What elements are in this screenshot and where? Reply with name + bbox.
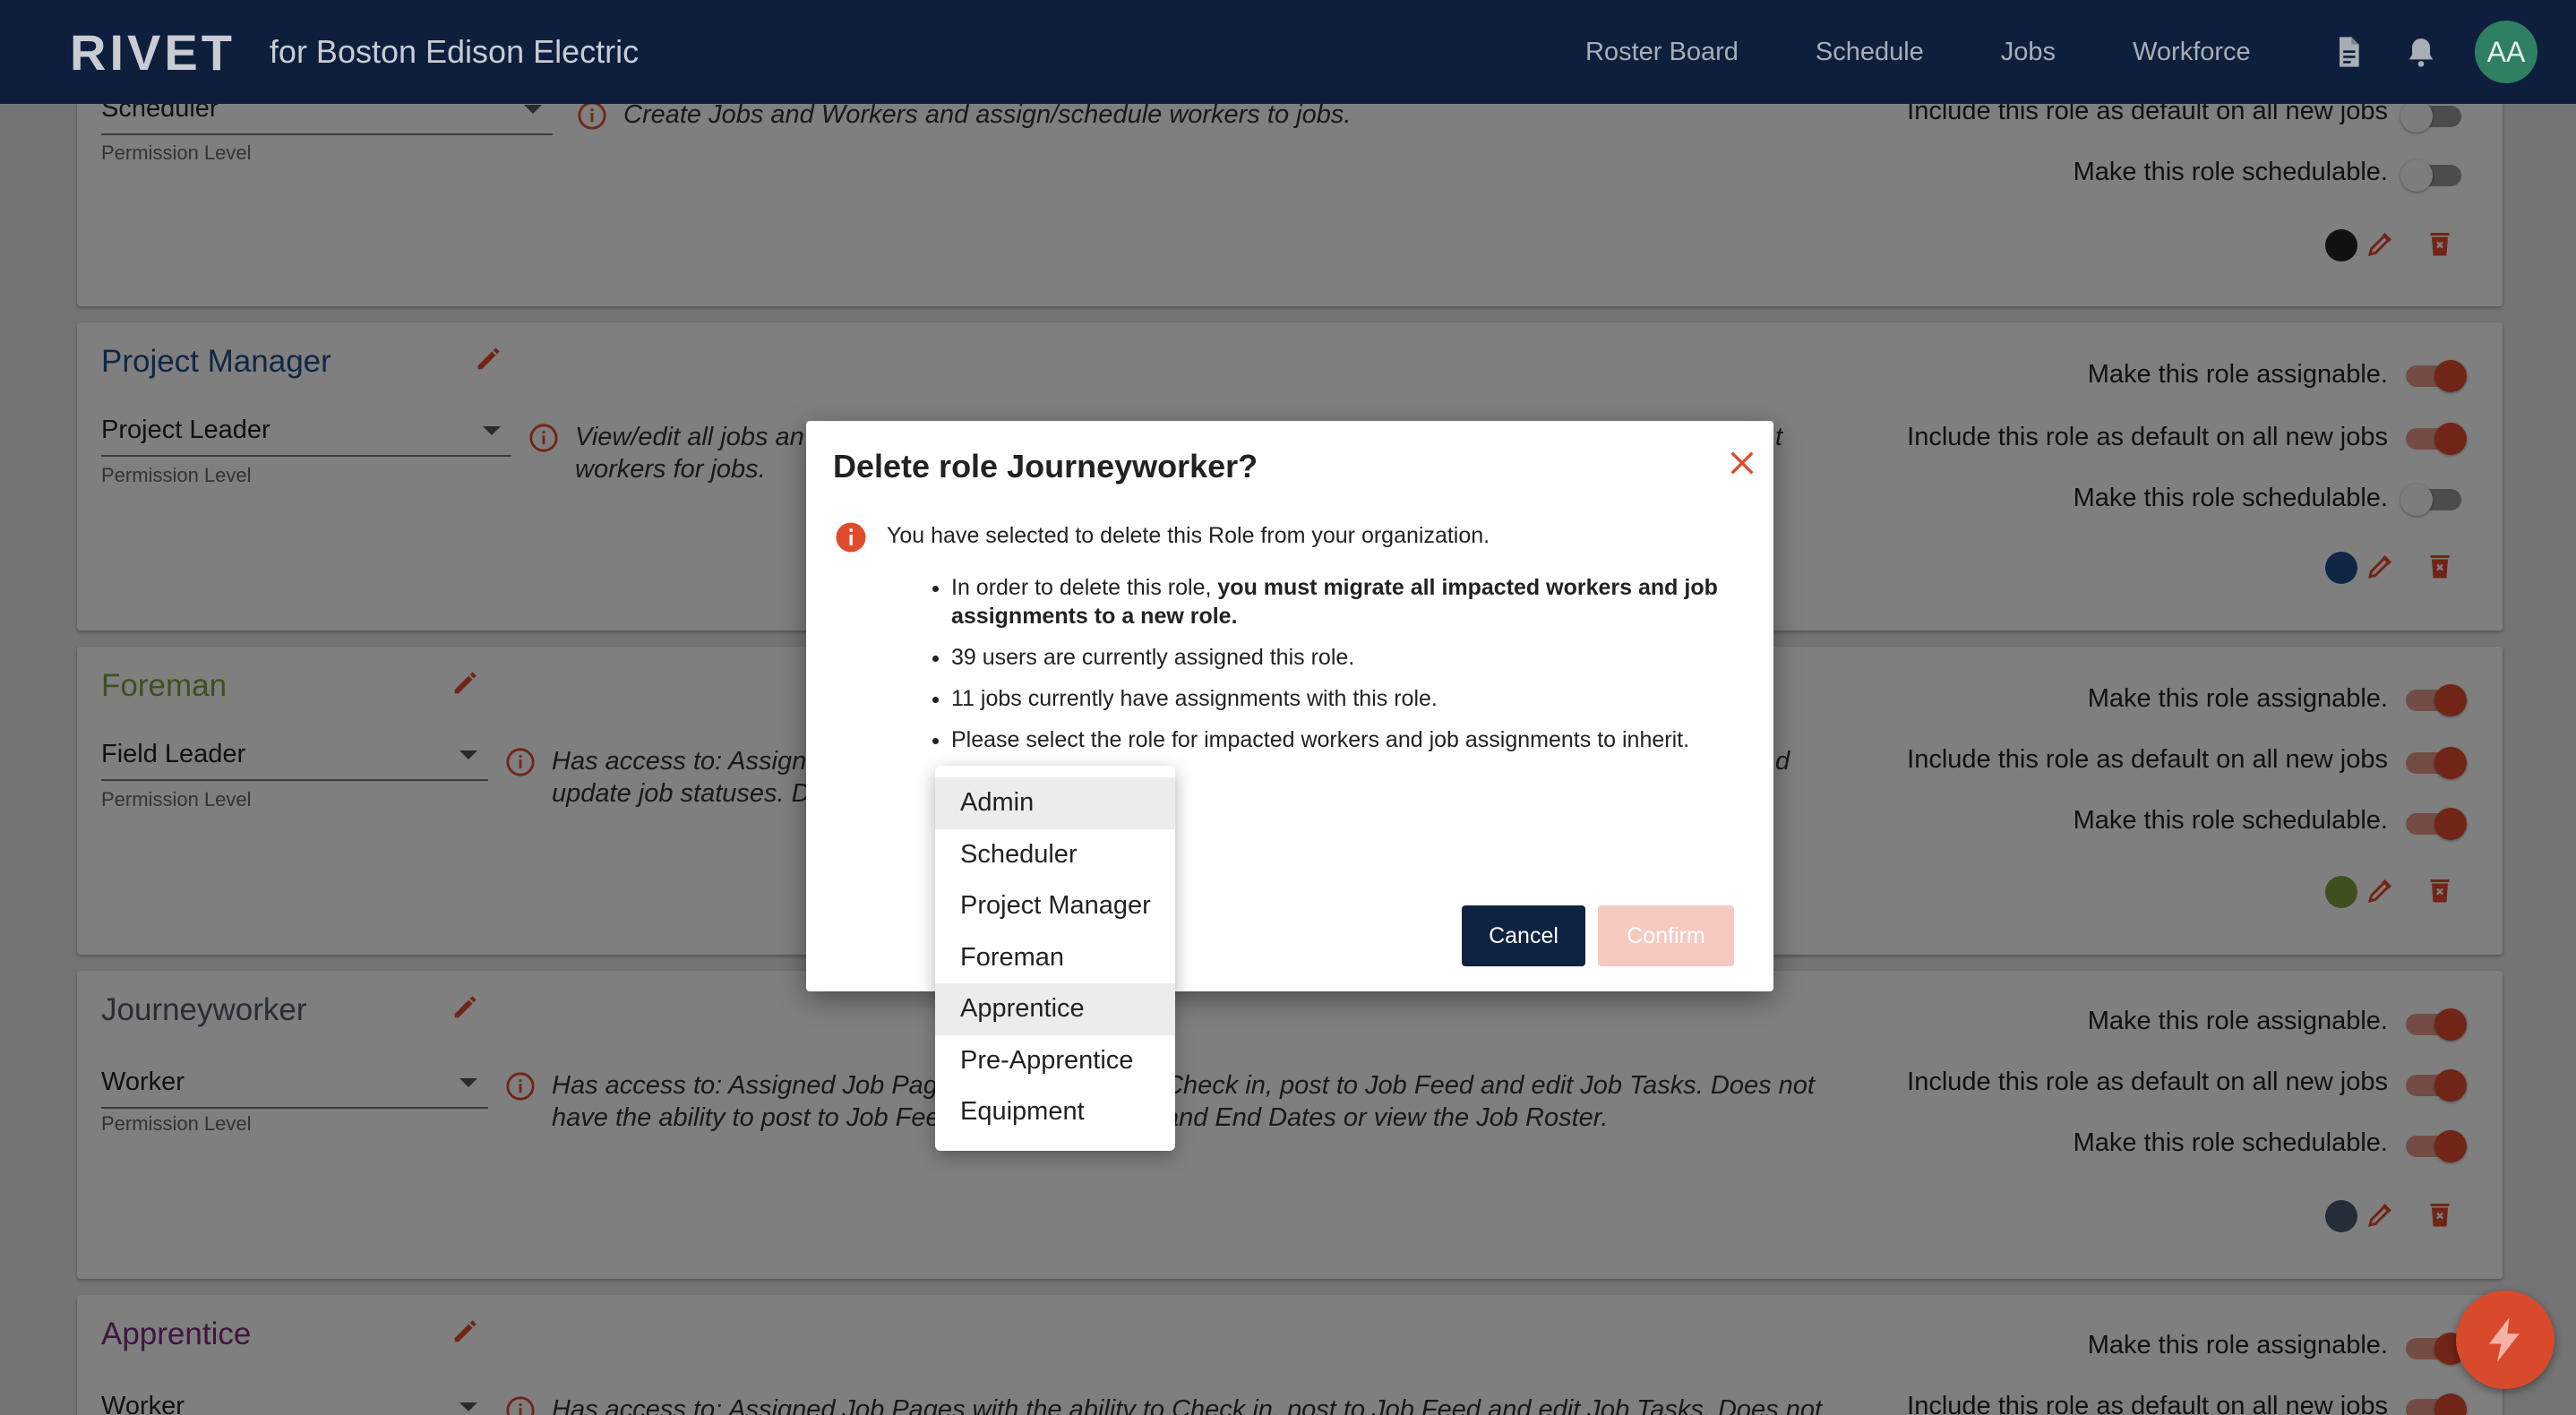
close-icon[interactable] (1727, 448, 1757, 478)
menu-option-equipment[interactable]: Equipment (935, 1086, 1175, 1138)
menu-option-pre-apprentice[interactable]: Pre-Apprentice (935, 1035, 1175, 1087)
nav-schedule[interactable]: Schedule (1816, 38, 1924, 67)
list-item: 39 users are currently assigned this rol… (951, 643, 1739, 672)
list-item: Please select the role for impacted work… (951, 725, 1739, 754)
menu-option-foreman[interactable]: Foreman (935, 932, 1175, 984)
organization-name: for Boston Edison Electric (269, 33, 640, 70)
menu-option-project-manager[interactable]: Project Manager (935, 880, 1175, 932)
brand-logo[interactable]: RIVET (70, 23, 236, 81)
dialog-title: Delete role Journeyworker? (833, 448, 1258, 485)
top-navbar: RIVET for Boston Edison Electric Roster … (0, 0, 2576, 104)
nav-roster-board[interactable]: Roster Board (1585, 38, 1739, 67)
cancel-button[interactable]: Cancel (1462, 905, 1585, 966)
document-icon[interactable] (2331, 34, 2366, 70)
menu-option-scheduler[interactable]: Scheduler (935, 829, 1175, 881)
alert-icon (836, 522, 866, 553)
dialog-intro-text: You have selected to delete this Role fr… (887, 523, 1490, 548)
lightning-bolt-icon (2489, 1317, 2520, 1362)
nav-jobs[interactable]: Jobs (2001, 38, 2056, 67)
user-avatar[interactable]: AA (2475, 21, 2537, 83)
confirm-button[interactable]: Confirm (1598, 905, 1734, 966)
nav-workforce[interactable]: Workforce (2133, 38, 2251, 67)
list-item: In order to delete this role, you must m… (951, 573, 1739, 630)
list-item: 11 jobs currently have assignments with … (951, 684, 1739, 713)
menu-option-apprentice[interactable]: Apprentice (935, 983, 1175, 1035)
bell-icon[interactable] (2403, 34, 2439, 70)
role-select-menu: Admin Scheduler Project Manager Foreman … (935, 766, 1175, 1151)
menu-option-admin[interactable]: Admin (935, 777, 1175, 829)
quick-action-button[interactable] (2456, 1291, 2555, 1389)
nav-links: Roster Board Schedule Jobs Workforce (1585, 0, 2328, 104)
dialog-info-list: In order to delete this role, you must m… (951, 573, 1739, 767)
